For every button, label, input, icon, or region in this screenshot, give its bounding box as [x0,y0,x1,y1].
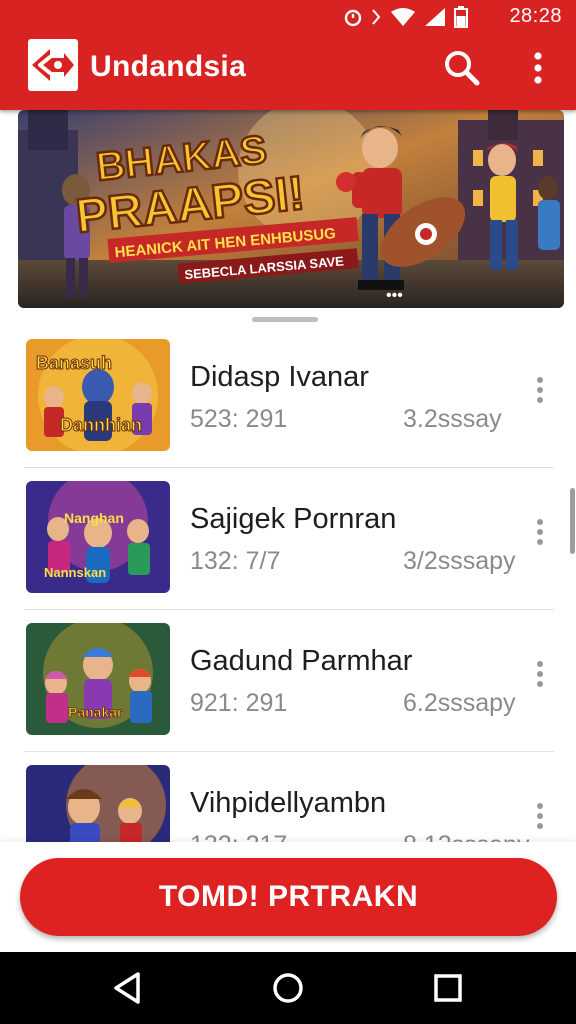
nav-recents-button[interactable] [428,968,468,1008]
game-thumbnail: Banasuh Dannhian [26,339,170,451]
nav-recents-icon [434,974,462,1002]
game-size: 8.12sssapy [403,831,529,842]
game-meta: 921: 291 [190,689,288,717]
nav-back-button[interactable] [108,968,148,1008]
game-title: Gadund Parmhar [190,645,413,677]
game-list: Banasuh Dannhian Didasp Ivanar 523: 291 … [0,326,576,842]
more-options-button[interactable] [522,46,554,90]
game-row[interactable]: Banasuh Dannhian Didasp Ivanar 523: 291 … [0,326,576,468]
alarm-icon [344,9,362,27]
more-vert-icon [534,52,542,84]
back-button[interactable] [28,39,78,91]
game-thumbnail: Panakar [26,623,170,735]
system-nav-bar [0,952,576,1024]
nav-home-button[interactable] [268,968,308,1008]
bottom-action-area: TOMD! PRTRAKN [0,842,576,952]
battery-icon [454,6,468,28]
game-row[interactable]: Panakar Gadund Parmhar 921: 291 6.2sssap… [0,610,576,752]
game-size: 3.2sssay [403,405,502,433]
arrow-left-icon [32,49,74,81]
primary-action-button[interactable]: TOMD! PRTRAKN [20,858,557,936]
status-bar: 28:28 [0,0,576,34]
list-scrollbar[interactable] [570,488,575,554]
game-meta: 132: 217 [190,831,287,842]
more-vert-icon [537,803,543,829]
game-meta: 523: 291 [190,405,288,433]
thumbnail-title: Nanghan [64,510,124,526]
featured-banner[interactable]: BHAKAS PRAAPSI! HEANICK AIT HEN ENHBUSUG… [18,110,564,308]
app-title: Undandsia [90,50,247,83]
status-icons [344,6,468,28]
nav-home-icon [273,973,303,1003]
game-row[interactable]: Vihpidellyambn 132: 217 8.12sssapy [0,752,576,842]
banner-artwork: BHAKAS PRAAPSI! HEANICK AIT HEN ENHBUSUG… [18,110,564,308]
nav-back-icon [114,972,140,1004]
top-bar: 28:28 Undandsia [0,0,576,110]
search-button[interactable] [440,46,484,90]
more-vert-icon [537,661,543,687]
vibrate-icon [372,9,381,25]
game-size: 6.2sssapy [403,689,516,717]
game-title: Vihpidellyambn [190,787,387,819]
row-more-button[interactable] [526,798,554,834]
thumbnail-subtitle: Dannhian [60,415,142,435]
app-bar: Undandsia [0,34,576,110]
thumbnail-title: Panakar [68,704,123,720]
game-meta: 132: 7/7 [190,547,281,575]
row-more-button[interactable] [526,514,554,550]
thumbnail-title: Banasuh [36,353,112,373]
row-more-button[interactable] [526,372,554,408]
thumbnail-subtitle: Nannskan [44,565,106,580]
signal-icon [425,8,445,26]
row-more-button[interactable] [526,656,554,692]
game-thumbnail: Nanghan Nannskan [26,481,170,593]
drag-handle[interactable] [252,317,318,322]
app-screen: 28:28 Undandsia BHAKAS PRAAPSI! HEANICK … [0,0,576,1024]
game-title: Didasp Ivanar [190,361,369,393]
more-vert-icon [537,377,543,403]
game-row[interactable]: Nanghan Nannskan Sajigek Pornran 132: 7/… [0,468,576,610]
status-time: 28:28 [509,5,562,27]
game-title: Sajigek Pornran [190,503,397,535]
game-size: 3/2sssapy [403,547,516,575]
more-vert-icon [537,519,543,545]
game-thumbnail [26,765,170,842]
banner-page-dots: ••• [386,287,403,304]
search-icon [445,51,480,86]
wifi-icon [391,8,415,26]
